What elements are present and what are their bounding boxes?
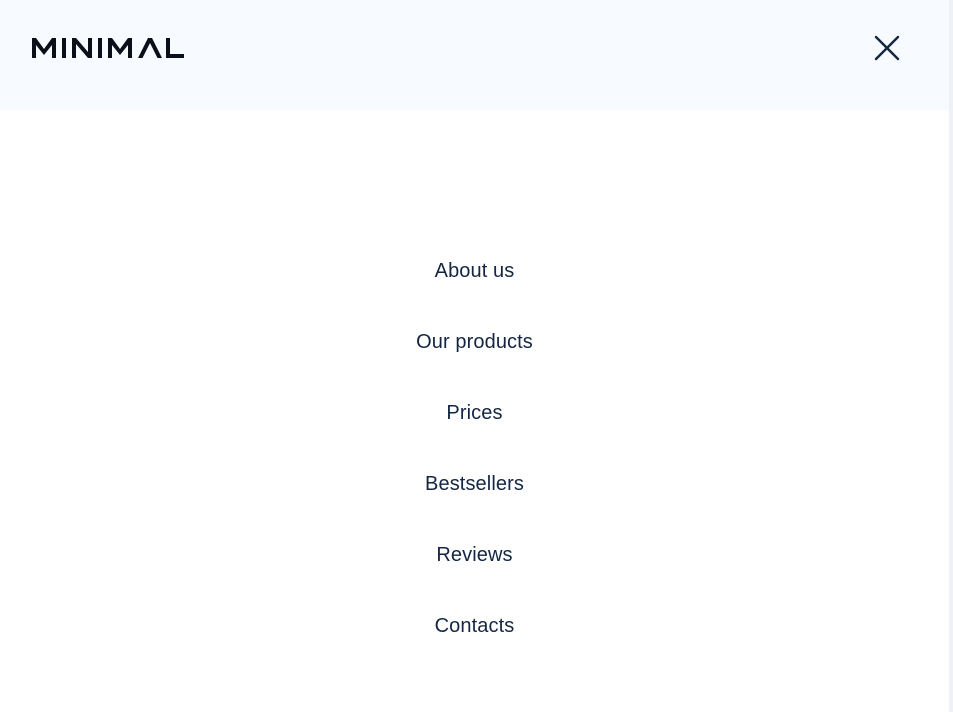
scrollbar[interactable] bbox=[949, 0, 953, 712]
nav-item-prices[interactable]: Prices bbox=[446, 378, 502, 449]
nav-item-our-products[interactable]: Our products bbox=[416, 307, 533, 378]
nav-item-bestsellers[interactable]: Bestsellers bbox=[425, 449, 524, 520]
nav-item-about-us[interactable]: About us bbox=[435, 236, 515, 307]
close-menu-button[interactable] bbox=[868, 29, 906, 67]
menu-header bbox=[0, 0, 949, 110]
main-navigation: About us Our products Prices Bestsellers… bbox=[0, 236, 949, 662]
close-icon bbox=[874, 35, 900, 61]
logo-wordmark-icon bbox=[32, 38, 184, 58]
nav-item-reviews[interactable]: Reviews bbox=[436, 520, 512, 591]
nav-item-contacts[interactable]: Contacts bbox=[435, 591, 515, 662]
logo[interactable] bbox=[32, 35, 184, 61]
mobile-menu-page: About us Our products Prices Bestsellers… bbox=[0, 0, 953, 712]
